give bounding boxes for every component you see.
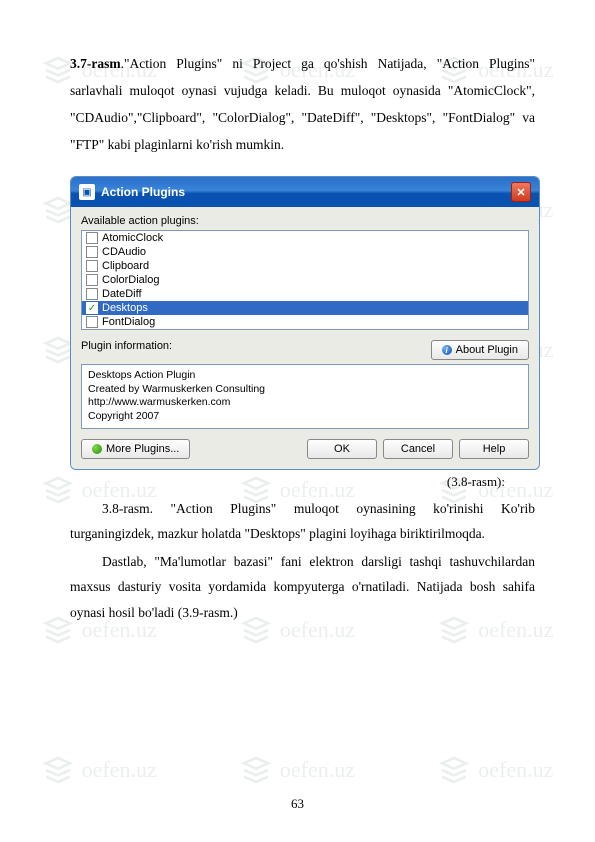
plugin-name: ColorDialog	[102, 274, 159, 286]
plugin-item-atomicclock[interactable]: AtomicClock	[82, 231, 528, 245]
plugin-item-ftp[interactable]: FTP	[82, 329, 528, 330]
plugin-name: Desktops	[102, 302, 148, 314]
plugin-name: DateDiff	[102, 288, 142, 300]
ok-button[interactable]: OK	[307, 439, 377, 459]
plugin-item-cdaudio[interactable]: CDAudio	[82, 245, 528, 259]
plugin-item-fontdialog[interactable]: FontDialog	[82, 315, 528, 329]
info-line: http://www.warmuskerken.com	[88, 396, 522, 410]
paragraph-1-text: ."Action Plugins" ni Project ga qo'shish…	[70, 56, 535, 152]
checkbox[interactable]	[86, 232, 98, 244]
app-icon: ▣	[79, 184, 95, 200]
plugin-name: FontDialog	[102, 316, 155, 328]
plugin-item-datediff[interactable]: DateDiff	[82, 287, 528, 301]
info-line: Desktops Action Plugin	[88, 369, 522, 383]
figure-caption-38: (3.8-rasm):	[70, 474, 535, 490]
checkbox[interactable]	[86, 274, 98, 286]
available-plugins-label: Available action plugins:	[81, 215, 529, 227]
about-plugin-button[interactable]: i About Plugin	[431, 340, 529, 360]
plugin-info-label: Plugin information:	[81, 340, 172, 352]
checkbox-checked[interactable]: ✓	[86, 302, 98, 314]
help-button[interactable]: Help	[459, 439, 529, 459]
dialog-title: Action Plugins	[101, 185, 185, 199]
info-line: Copyright 2007	[88, 410, 522, 424]
checkbox[interactable]	[86, 316, 98, 328]
info-line: Created by Warmuskerken Consulting	[88, 383, 522, 397]
checkbox[interactable]	[86, 246, 98, 258]
plugin-list[interactable]: AtomicClock CDAudio Clipboard ColorDialo…	[81, 230, 529, 330]
action-plugins-dialog: ▣ Action Plugins ✕ Available action plug…	[70, 176, 540, 470]
more-plugins-button[interactable]: More Plugins...	[81, 439, 190, 459]
close-button[interactable]: ✕	[511, 182, 531, 202]
paragraph-1: 3.7-rasm."Action Plugins" ni Project ga …	[70, 50, 535, 158]
plugin-name: CDAudio	[102, 246, 146, 258]
checkbox[interactable]	[86, 288, 98, 300]
plugin-item-desktops[interactable]: ✓ Desktops	[82, 301, 528, 315]
plugin-item-colordialog[interactable]: ColorDialog	[82, 273, 528, 287]
plugin-item-clipboard[interactable]: Clipboard	[82, 259, 528, 273]
dialog-titlebar[interactable]: ▣ Action Plugins ✕	[71, 177, 539, 207]
info-icon: i	[442, 345, 452, 355]
paragraph-2: 3.8-rasm. "Action Plugins" muloqot oynas…	[70, 496, 535, 547]
checkbox[interactable]	[86, 260, 98, 272]
close-icon: ✕	[516, 186, 525, 199]
page-number: 63	[0, 796, 595, 812]
cancel-button[interactable]: Cancel	[383, 439, 453, 459]
plugin-info-box: Desktops Action Plugin Created by Warmus…	[81, 364, 529, 429]
figure-label: 3.7-rasm	[70, 56, 121, 71]
paragraph-3: Dastlab, "Ma'lumotlar bazasi" fani elekt…	[70, 549, 535, 626]
plugin-name: AtomicClock	[102, 232, 163, 244]
plus-icon	[92, 444, 102, 454]
plugin-name: Clipboard	[102, 260, 149, 272]
